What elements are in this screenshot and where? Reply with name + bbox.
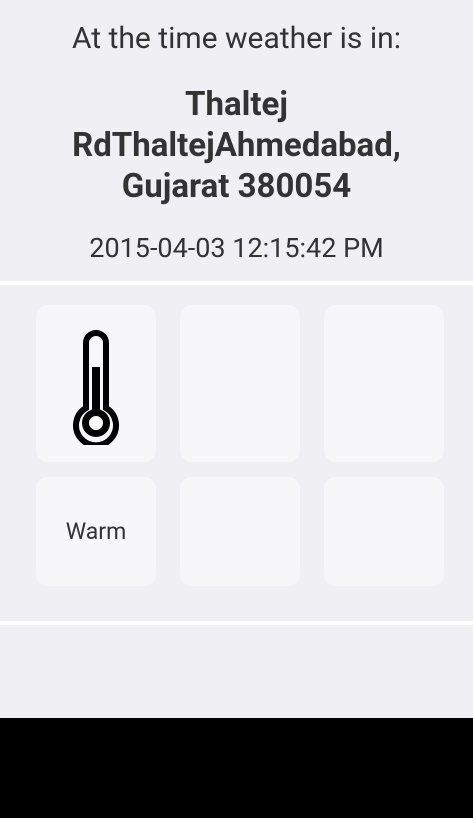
location-line-1: Thaltej (185, 85, 288, 124)
weather-tile-2 (180, 305, 300, 462)
divider-bottom (0, 621, 473, 625)
temperature-icon-tile (36, 305, 156, 462)
location-name: Thaltej RdThaltejAhmedabad, Gujarat 3800… (20, 84, 453, 207)
location-line-2: RdThaltejAhmedabad, (72, 126, 401, 165)
weather-header: At the time weather is in: Thaltej RdTha… (0, 0, 473, 281)
weather-screen: At the time weather is in: Thaltej RdTha… (0, 0, 473, 718)
temperature-label: Warm (65, 518, 127, 545)
intro-text: At the time weather is in: (71, 21, 401, 56)
weather-label-tile-2 (180, 477, 300, 586)
observation-datetime: 2015-04-03 12:15:42 PM (89, 232, 384, 264)
temperature-label-tile: Warm (36, 477, 156, 586)
location-line-3: Gujarat 380054 (121, 167, 352, 206)
divider-top (0, 281, 473, 285)
weather-tile-3 (324, 305, 444, 462)
thermometer-icon (73, 329, 119, 445)
weather-label-tile-3 (324, 477, 444, 586)
